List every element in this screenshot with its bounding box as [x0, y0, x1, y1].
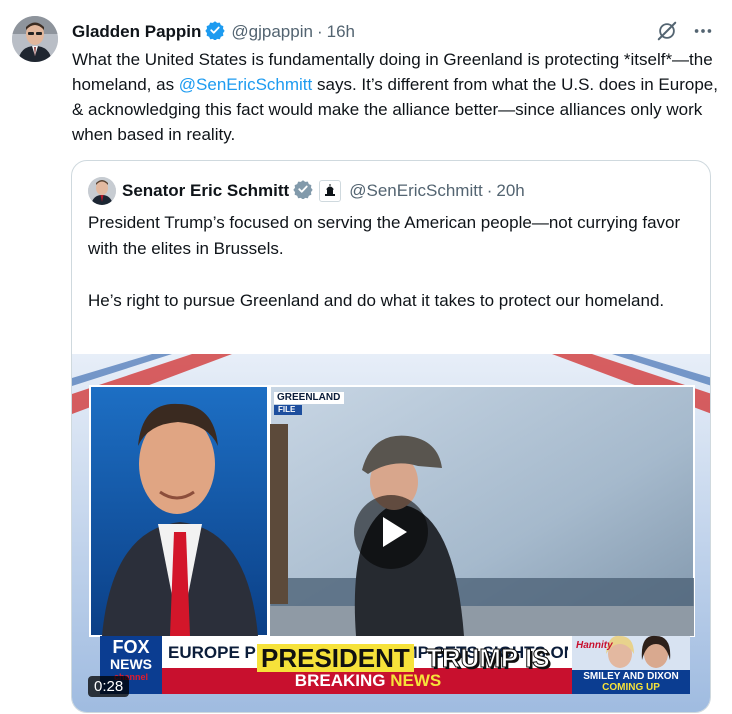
tweet-time[interactable]: 16h: [327, 22, 355, 42]
tweet-text: What the United States is fundamentally …: [72, 47, 722, 147]
grok-icon[interactable]: [656, 20, 678, 47]
news-label: NEWS: [390, 671, 442, 690]
location-tag: GREENLAND: [277, 392, 341, 403]
author-avatar[interactable]: [12, 16, 58, 62]
breaking-label: BREAKING: [294, 671, 386, 690]
quoted-tweet-card[interactable]: Senator Eric Schmitt @SenEricSchmitt · 2…: [71, 160, 711, 713]
author-handle[interactable]: @gjpappin: [231, 22, 313, 42]
quoted-tweet-header: Senator Eric Schmitt @SenEricSchmitt · 2…: [88, 176, 525, 206]
breaking-news: BREAKING NEWS: [168, 669, 568, 693]
video-player[interactable]: GREENLAND FILE FOX NEWS channel EUROPE P…: [72, 354, 710, 712]
play-button[interactable]: [354, 495, 428, 569]
quoted-tweet-text: President Trump’s focused on serving the…: [88, 210, 688, 314]
logo-line-2: NEWS: [110, 656, 152, 672]
video-duration: 0:28: [88, 676, 130, 697]
promo-line-2: COMING UP: [602, 682, 660, 693]
promo-show: Hannity: [576, 640, 613, 651]
promo-line-1: SMILEY AND DIXON: [583, 671, 679, 682]
quoted-author-name[interactable]: Senator Eric Schmitt: [122, 181, 289, 201]
tweet-header: Gladden Pappin @gjpappin · 16h: [72, 20, 355, 44]
mention-link[interactable]: @SenEricSchmitt: [179, 75, 312, 94]
quoted-verified-icon: [293, 179, 313, 204]
file-tag: FILE: [278, 405, 296, 414]
quoted-author-handle[interactable]: @SenEricSchmitt: [349, 181, 482, 201]
tweet-actions: [656, 20, 714, 47]
caption-overlay: PRESIDENT TRUMP IS: [257, 643, 550, 673]
quoted-paragraph-2: He’s right to pursue Greenland and do wh…: [88, 291, 665, 310]
author-name[interactable]: Gladden Pappin: [72, 22, 201, 42]
caption-word-1: PRESIDENT: [257, 644, 414, 672]
senate-affiliation-icon[interactable]: [319, 180, 342, 202]
quoted-paragraph-1: President Trump’s focused on serving the…: [88, 213, 681, 258]
quoted-tweet-time[interactable]: 20h: [496, 181, 524, 201]
play-icon: [383, 517, 407, 547]
caption-word-2: TRUMP IS: [425, 643, 550, 673]
quoted-header-separator: ·: [486, 181, 493, 200]
verified-badge-icon: [205, 20, 226, 45]
header-separator: ·: [316, 22, 323, 41]
quoted-author-avatar[interactable]: [88, 177, 116, 205]
logo-line-1: FOX: [112, 637, 150, 657]
more-icon[interactable]: [692, 20, 714, 47]
